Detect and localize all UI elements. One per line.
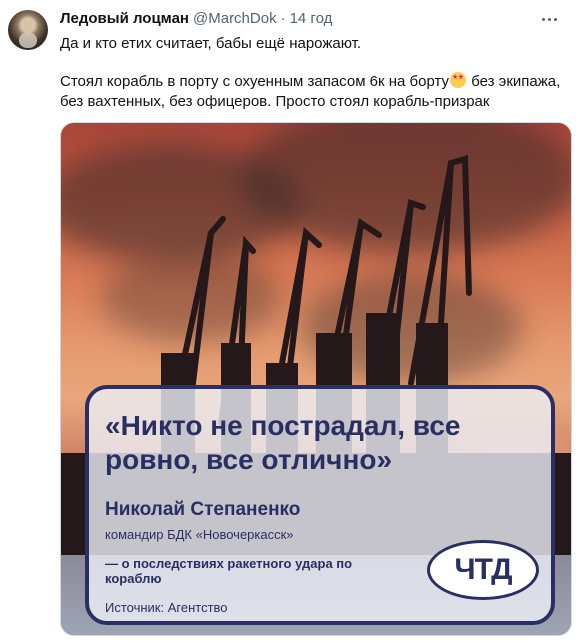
source-label: Источник: Агентство bbox=[105, 600, 228, 615]
tweet-text-line: без вахтенных, без офицеров. Просто стоя… bbox=[60, 93, 490, 110]
quote-context: — о последствиях ракетного удара по кора… bbox=[105, 556, 353, 586]
user-handle[interactable]: @MarchDok bbox=[193, 10, 277, 27]
chtd-logo: ЧТД bbox=[427, 540, 539, 600]
tweet-media-image[interactable]: «Никто не пострадал, все ровно, все отли… bbox=[60, 122, 572, 636]
avatar[interactable] bbox=[8, 10, 48, 50]
tweet-text-segment: без экипажа, bbox=[467, 73, 561, 90]
tweet-text: Да и кто етих считает, бабы ещё нарожают… bbox=[60, 34, 570, 112]
separator-dot: · bbox=[280, 10, 286, 27]
tweet-text-line: Да и кто етих считает, бабы ещё нарожают… bbox=[60, 35, 362, 52]
timestamp[interactable]: 14 год bbox=[290, 10, 333, 27]
tweet-text-segment: Стоял корабль в порту с охуенным запасом… bbox=[60, 73, 450, 90]
star-struck-emoji-icon bbox=[450, 72, 467, 88]
display-name[interactable]: Ледовый лоцман bbox=[60, 10, 189, 27]
person-name: Николай Степаненко bbox=[105, 499, 301, 520]
quote-card: «Никто не пострадал, все ровно, все отли… bbox=[85, 385, 555, 625]
tweet[interactable]: Ледовый лоцман @MarchDok · 14 год Да и к… bbox=[0, 0, 578, 642]
more-options-icon[interactable] bbox=[542, 12, 562, 26]
avatar-beard bbox=[19, 32, 37, 48]
tweet-header: Ледовый лоцман @MarchDok · 14 год bbox=[60, 10, 332, 30]
person-role: командир БДК «Новочеркасск» bbox=[105, 527, 294, 542]
quote-text: «Никто не пострадал, все ровно, все отли… bbox=[105, 410, 461, 475]
tweet-text-line: Стоял корабль в порту с охуенным запасом… bbox=[60, 72, 570, 92]
